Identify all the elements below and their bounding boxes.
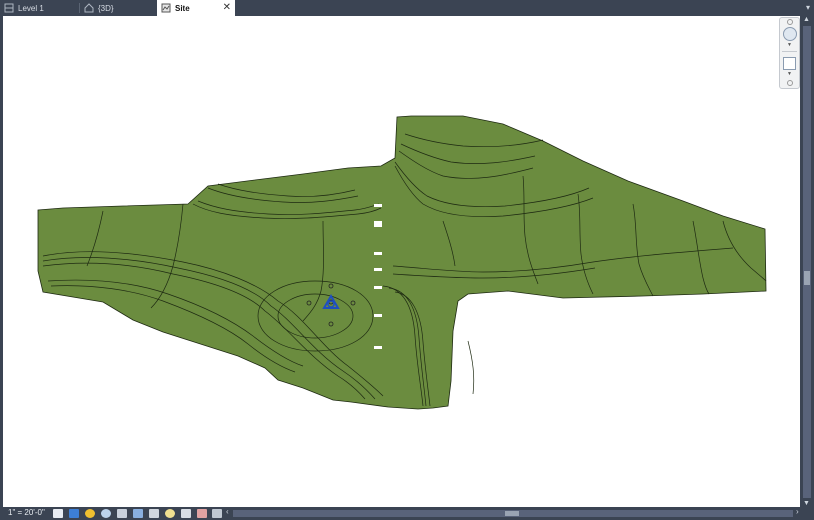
crop-view-icon[interactable] [117, 509, 127, 518]
navbar-options-icon[interactable] [787, 80, 793, 86]
visual-style-icon[interactable] [69, 509, 79, 518]
show-crop-icon[interactable] [133, 509, 143, 518]
show-constraints-icon[interactable] [212, 509, 222, 518]
temporary-view-properties-icon[interactable] [197, 509, 207, 518]
scroll-down-icon[interactable]: ▼ [803, 500, 810, 507]
scroll-up-icon[interactable]: ▲ [803, 16, 810, 23]
site-view-canvas[interactable] [3, 16, 800, 507]
tab-level-1[interactable]: Level 1 [0, 0, 78, 16]
detail-level-icon[interactable] [53, 509, 63, 518]
scroll-right-icon[interactable]: › [796, 507, 799, 516]
view-tab-bar: Level 1 {3D} Site ✕ ▾ [0, 0, 814, 16]
unlock-3d-icon[interactable] [149, 509, 159, 518]
floor-plan-icon [4, 3, 14, 13]
collapse-tabs-icon[interactable]: ▾ [806, 2, 810, 14]
navbar-divider [782, 51, 797, 52]
scroll-thumb[interactable] [804, 271, 810, 285]
view-scale[interactable]: 1" = 20'-0" [8, 508, 45, 517]
zoom-region-icon[interactable] [783, 57, 796, 70]
scroll-left-icon[interactable]: ‹ [226, 507, 229, 516]
site-plan-icon [161, 3, 171, 13]
tab-label: Site [175, 3, 190, 13]
close-tab-icon[interactable]: ✕ [223, 2, 231, 14]
navigation-bar: ▼ ▼ [779, 17, 800, 89]
chevron-down-icon[interactable]: ▼ [787, 71, 792, 77]
scroll-track[interactable] [803, 26, 811, 498]
view-control-bar: 1" = 20'-0" ‹ › [0, 507, 814, 520]
tab-3d[interactable]: {3D} [80, 0, 156, 16]
tab-label: {3D} [98, 3, 114, 13]
full-navigation-wheel-icon[interactable] [783, 27, 797, 41]
vertical-scrollbar[interactable]: ▲ ▼ [800, 16, 814, 507]
toposurface[interactable] [3, 16, 800, 507]
sun-path-icon[interactable] [85, 509, 95, 518]
tab-label: Level 1 [18, 3, 44, 13]
tab-site[interactable]: Site ✕ [157, 0, 235, 16]
temporary-hide-icon[interactable] [165, 509, 175, 518]
reveal-hidden-icon[interactable] [181, 509, 191, 518]
house-3d-icon [84, 3, 94, 13]
navbar-grip-icon[interactable] [787, 19, 793, 25]
scroll-thumb[interactable] [505, 511, 519, 516]
chevron-down-icon[interactable]: ▼ [787, 42, 792, 48]
horizontal-scrollbar[interactable] [233, 510, 793, 517]
shadows-icon[interactable] [101, 509, 111, 518]
